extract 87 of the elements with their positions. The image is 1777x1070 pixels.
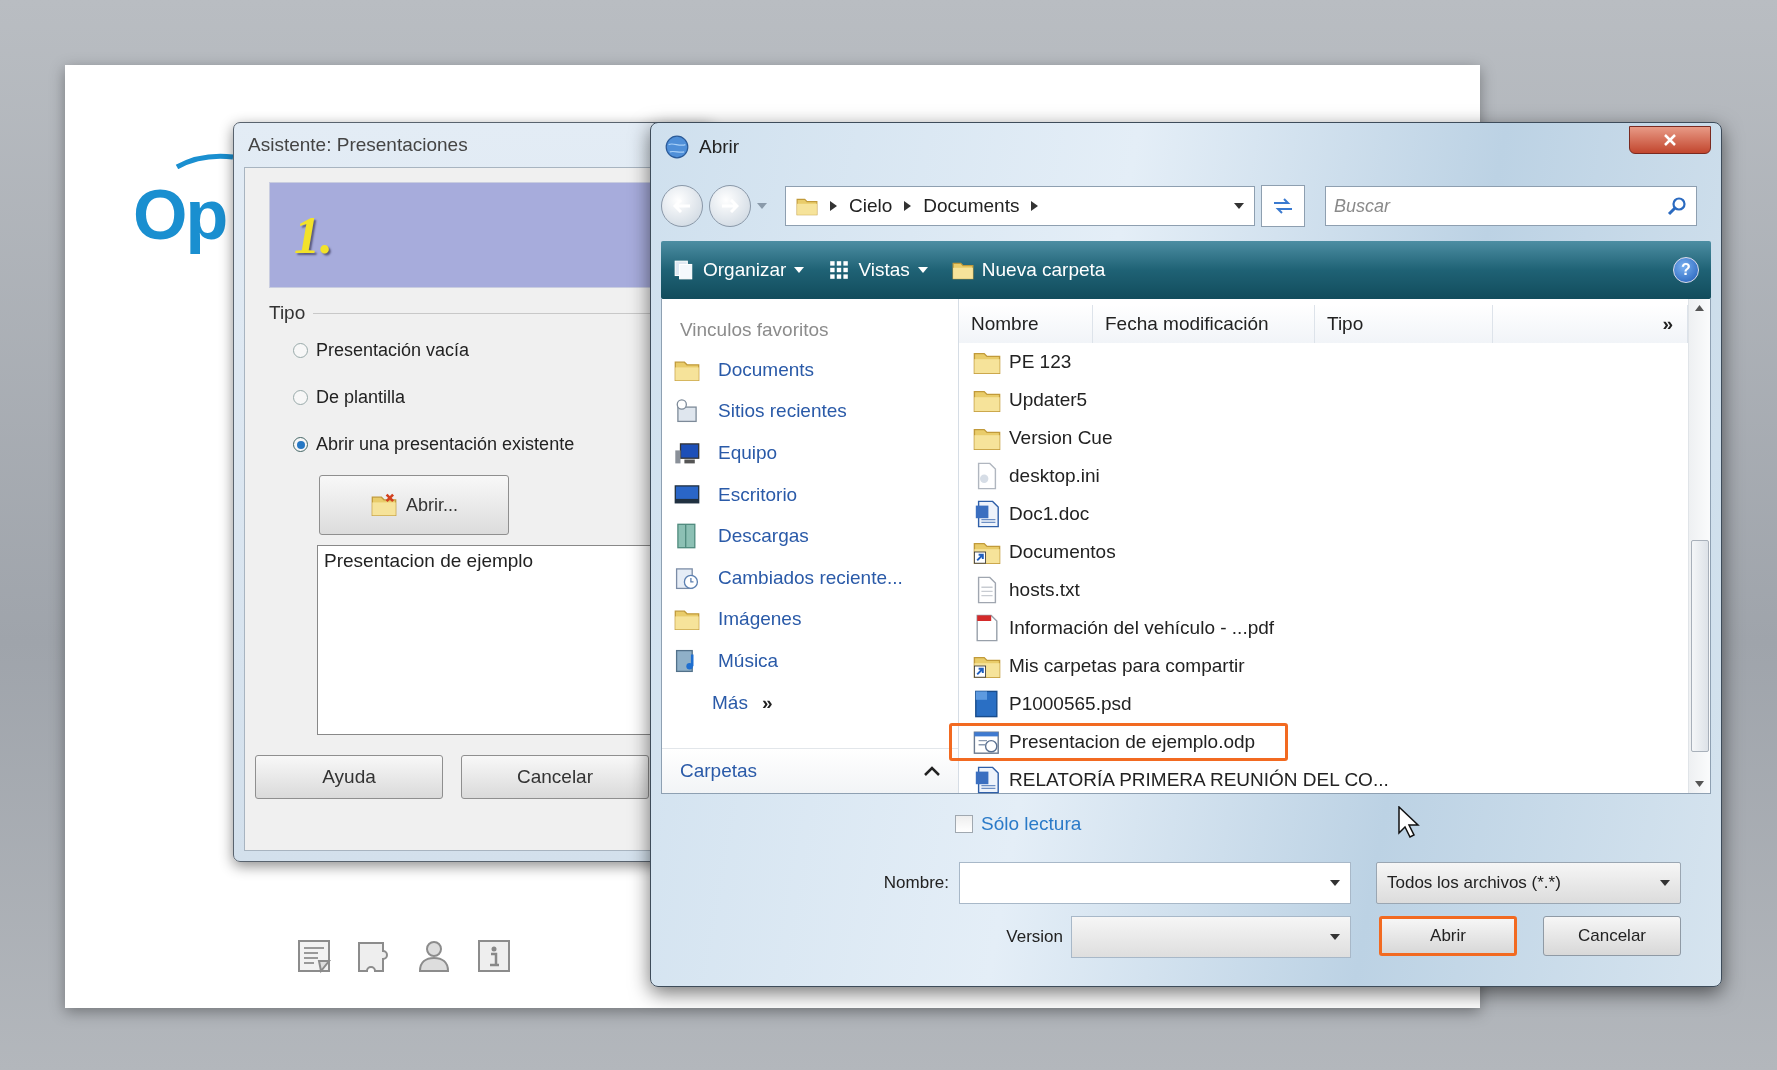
forward-arrow-icon [721,199,739,213]
file-item[interactable]: P1000565.psd [959,685,1162,723]
refresh-icon [1272,198,1294,214]
close-button[interactable] [1629,126,1711,154]
chevron-icon [1031,201,1039,211]
section-header: Vinculos favoritos [679,318,830,342]
search-field[interactable]: Buscar [1325,186,1697,226]
dialog-button[interactable]: Ayuda [255,755,443,799]
group-label: Tipo [269,302,306,324]
file-name-field[interactable] [959,862,1351,904]
favorite-link[interactable]: Escritorio [662,473,958,516]
field-label: Version [1006,927,1063,947]
file-item[interactable]: Información del vehículo - ...pdf [959,609,1305,647]
file-item[interactable]: Doc1.doc [959,495,1120,533]
logo-swoosh-icon [175,153,235,169]
logo-text: Op [133,175,227,255]
collapse-icon [924,766,940,776]
dialog-button[interactable]: Cancelar [1543,916,1681,956]
close-icon [1663,134,1677,146]
checkbox[interactable] [955,815,973,833]
up-arrow-icon [1695,305,1704,311]
column-header[interactable]: Nombre [959,305,1093,343]
caret-icon [1330,880,1340,886]
scrollbar[interactable] [1688,299,1710,793]
caret-icon [757,203,767,209]
column-header[interactable]: Fecha modificación [1093,305,1315,343]
file-item[interactable]: Version Cue [959,419,1143,457]
breadcrumb-item[interactable]: Documents [923,195,1020,217]
mouse-pointer-icon [1398,806,1420,838]
open-button[interactable]: Abrir... [319,475,509,535]
column-header[interactable]: Tipo [1315,305,1493,343]
chevron-icon [904,201,912,211]
file-item[interactable]: Updater5 [959,381,1118,419]
templates-icon[interactable] [295,937,333,975]
computer-icon [674,440,700,466]
breadcrumb-item[interactable]: Cielo [849,195,893,217]
caret-icon [1234,203,1244,209]
radio-button[interactable] [293,437,308,452]
caret-icon [917,267,928,273]
grid-icon [828,259,851,281]
step-number: 1. [294,205,333,265]
favorite-link[interactable]: Sitios recientes [662,390,958,433]
file-type-dropdown[interactable]: Todos los archivos (*.*) [1376,862,1681,904]
file-item[interactable]: hosts.txt [959,571,1110,609]
search-icon [1667,196,1687,216]
documents-icon [673,259,695,281]
field-label: Nombre: [883,873,949,893]
dialog-button[interactable]: Abrir [1379,916,1517,956]
option-label[interactable]: De plantilla [316,387,406,408]
info-icon[interactable] [475,937,513,975]
file-item[interactable]: RELATORÍA PRIMERA REUNIÓN DEL CO... [959,761,1419,799]
option-label[interactable]: Presentación vacía [316,340,470,361]
toolbar-button[interactable]: Vistas [828,259,928,281]
toolbar-button[interactable]: Organizar [673,259,805,281]
checkbox-label[interactable]: Sólo lectura [981,813,1082,835]
caret-icon [1330,934,1340,940]
window-title: Abrir [699,136,740,158]
option-label[interactable]: Abrir una presentación existente [316,434,575,455]
window-title: Asistente: Presentaciones [248,133,468,157]
version-dropdown[interactable] [1071,916,1351,958]
folder-icon [370,492,398,518]
caret-icon [1660,880,1670,886]
file-item[interactable]: Presentacion de ejemplo.odp [949,723,1289,761]
address-bar[interactable]: Cielo Documents [785,186,1255,226]
favorite-link[interactable]: Equipo [662,432,958,474]
chevron-icon [830,201,837,211]
folders-toggle[interactable]: Carpetas [662,748,958,793]
caret-icon [794,267,805,273]
back-button[interactable] [661,185,703,227]
radio-button[interactable] [293,390,308,405]
file-item[interactable]: Documentos [959,533,1146,571]
more-columns-button[interactable]: » [1493,305,1688,343]
radio-button[interactable] [293,343,308,358]
file-item[interactable]: Mis carpetas para compartir [959,647,1275,685]
dialog-button[interactable]: Cancelar [461,755,649,799]
globe-icon [665,135,689,159]
document-icon [973,500,1001,528]
forward-button[interactable] [709,185,751,227]
file-item[interactable]: desktop.ini [959,457,1130,495]
image-file-icon [973,690,1001,718]
recent-places-icon [674,398,700,425]
down-arrow-icon [1695,781,1704,787]
refresh-button[interactable] [1261,185,1305,227]
file-item[interactable]: PE 123 [959,343,1102,381]
toolbar-button[interactable]: Nueva carpeta [951,259,1106,281]
favorite-link[interactable]: Documents [662,349,958,391]
document-icon [973,766,1001,794]
